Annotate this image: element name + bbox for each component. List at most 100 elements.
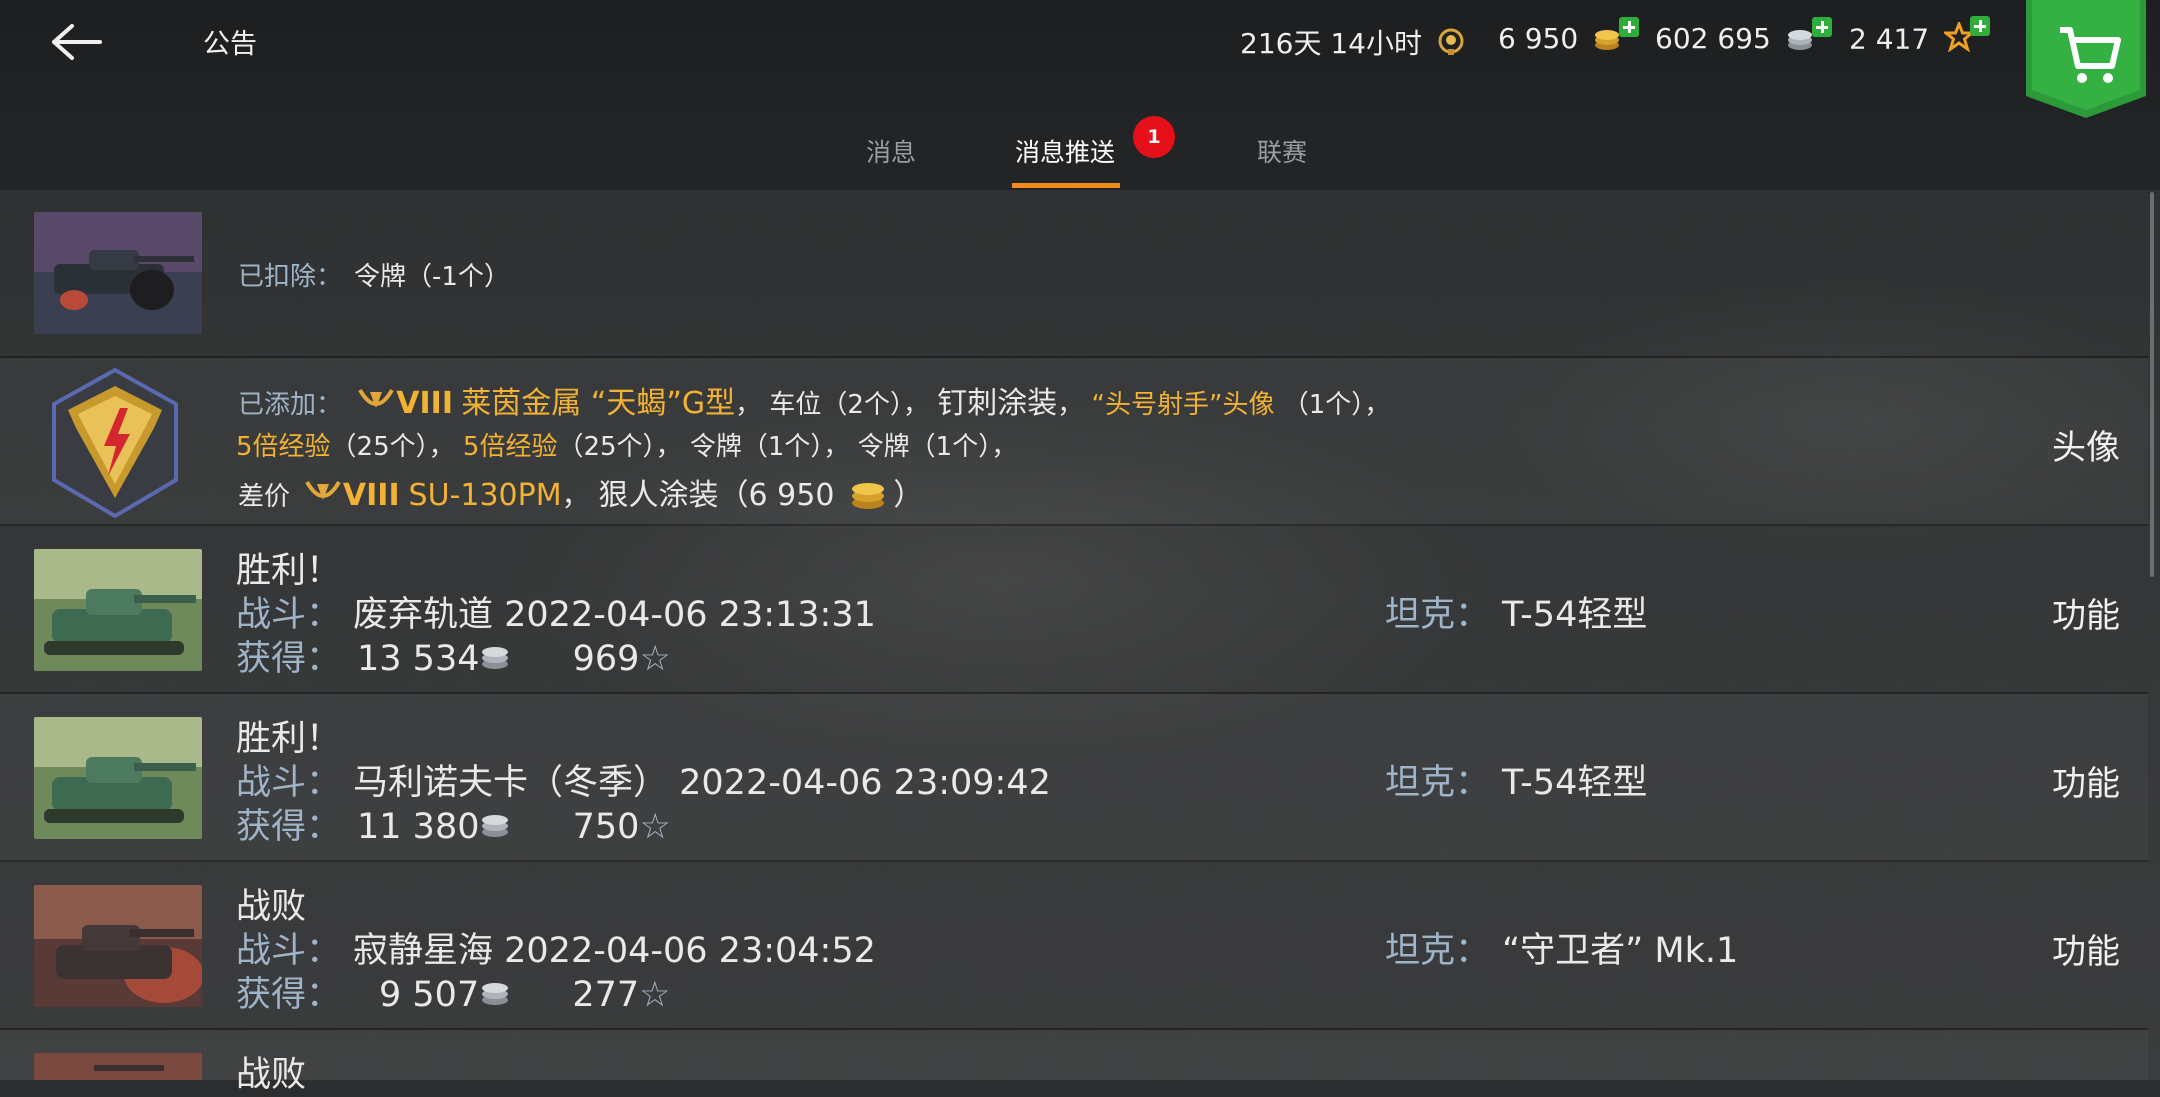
close-paren: ） [893, 478, 924, 513]
tank-line: 坦克： T-54轻型 [1385, 586, 1647, 637]
difference-line: 差价 VIII SU-130PM， 狠人涂装（6 950 ） [238, 470, 923, 519]
tier-emblem-icon [356, 384, 396, 427]
tier-label: VIII [396, 386, 453, 421]
gold-coins-icon [849, 478, 887, 517]
tier-emblem-icon [303, 476, 343, 519]
reward-item: 5倍经验 [462, 432, 558, 462]
earnings-label: 获得： [236, 639, 342, 679]
list-item[interactable]: 战败 [0, 1030, 2148, 1095]
tank-label: 坦克： [1385, 763, 1491, 803]
earned-xp: 277 [572, 975, 640, 1015]
battle-info: 马利诺夫卡（冬季） 2022-04-06 23:09:42 [353, 763, 1051, 803]
separator: ， [991, 432, 1018, 462]
reward-item: 狠人涂装（6 950 [598, 478, 835, 513]
added-label: 已添加： [238, 390, 343, 420]
difference-label: 差价 [238, 482, 291, 512]
premium-laurel-icon [1437, 27, 1465, 64]
shopping-cart-icon[interactable] [2026, 0, 2146, 118]
reward-item: 5倍经验 [236, 432, 331, 462]
earned-credits: 13 534 [357, 639, 480, 679]
tank-thumbnail [34, 885, 202, 1007]
tank-name: “守卫者” Mk.1 [1502, 931, 1739, 971]
xp-star-icon: ☆ [639, 807, 671, 847]
battle-label: 战斗： [236, 595, 342, 635]
list-item[interactable]: 已添加： VIII 莱茵金属 “天蝎”G型， 车位（2个）， 钉刺涂装， “头号… [0, 358, 2148, 526]
active-tab-indicator [1012, 183, 1120, 188]
list-item[interactable]: 战败 战斗： 寂静星海 2022-04-06 23:04:52 获得： 9 507 … [0, 862, 2148, 1030]
earned-credits: 9 507 [379, 975, 480, 1015]
silver-coins-icon [479, 976, 511, 1016]
reward-count: （1个） [1282, 390, 1365, 420]
silver-coins-icon [479, 640, 511, 680]
premium-time[interactable]: 216天 14小时 [1240, 22, 1465, 64]
earnings-label: 获得： [236, 807, 342, 847]
reward-tank-name: SU-130PM [408, 478, 562, 513]
notification-badge: 1 [1133, 116, 1175, 158]
function-button[interactable]: 功能 [2052, 924, 2120, 973]
scrollbar[interactable] [2150, 192, 2154, 577]
list-item[interactable]: 胜利！ 战斗： 马利诺夫卡（冬季） 2022-04-06 23:09:42 获得：… [0, 694, 2148, 862]
battle-label: 战斗： [236, 763, 342, 803]
credits-balance[interactable]: 602 695 [1655, 16, 1832, 58]
separator: ， [428, 432, 455, 462]
gold-value: 6 950 [1498, 22, 1579, 55]
battle-result: 战败 [236, 1055, 307, 1095]
battle-info: 废弃轨道 2022-04-06 23:13:31 [353, 595, 876, 635]
separator: ， [902, 390, 929, 420]
back-arrow-icon[interactable] [50, 20, 104, 64]
sniper-avatar-icon [50, 367, 180, 522]
buy-gold-plus-icon[interactable] [1619, 16, 1640, 37]
buy-xp-plus-icon[interactable] [1970, 16, 1991, 36]
function-button[interactable]: 功能 [2052, 588, 2120, 637]
earnings-line: 获得： 11 380 750☆ [236, 798, 671, 849]
avatar-action-button[interactable]: 头像 [2052, 420, 2120, 469]
tank-label: 坦克： [1385, 931, 1491, 971]
battle-info: 寂静星海 2022-04-06 23:04:52 [353, 931, 876, 971]
added-line-2: 5倍经验（25个）， 5倍经验（25个）， 令牌（1个）， 令牌（1个）， [236, 426, 1017, 463]
reward-count: （25个） [557, 432, 656, 462]
tier-label: VIII [342, 478, 400, 513]
tank-thumbnail [34, 549, 202, 671]
earnings-label: 获得： [236, 975, 342, 1015]
gold-balance[interactable]: 6 950 [1498, 16, 1640, 58]
star-icon [1941, 16, 1991, 59]
battle-label: 战斗： [236, 931, 342, 971]
function-button[interactable]: 功能 [2052, 756, 2120, 805]
xp-star-icon: ☆ [639, 975, 671, 1015]
reward-count: （25个） [330, 432, 429, 462]
reward-item: 钉刺涂装 [937, 386, 1058, 421]
separator: ， [561, 479, 590, 512]
reward-item: “头号射手”头像 [1091, 390, 1275, 420]
list-item[interactable]: 已扣除： 令牌（-1个） [0, 190, 2148, 358]
separator: ， [1057, 390, 1084, 420]
earnings-line: 获得： 13 534 969☆ [236, 630, 671, 681]
tank-line: 坦克： T-54轻型 [1385, 754, 1647, 805]
tab-league[interactable]: 联赛 [1257, 133, 1307, 169]
tank-thumbnail [34, 212, 202, 334]
earnings-line: 获得： 9 507 277☆ [236, 966, 671, 1017]
reward-item: 令牌（1个） [857, 432, 992, 462]
list-item[interactable]: 胜利！ 战斗： 废弃轨道 2022-04-06 23:13:31 获得： 13 53… [0, 526, 2148, 694]
free-xp-value: 2 417 [1849, 22, 1930, 56]
top-bar: 公告 216天 14小时 6 950 602 695 2 417 消息 消息推送… [0, 0, 2160, 190]
separator: ， [823, 432, 850, 462]
tank-thumbnail [34, 717, 202, 839]
tank-name: T-54轻型 [1502, 763, 1648, 803]
buy-credits-plus-icon[interactable] [1811, 16, 1832, 37]
earned-credits: 11 380 [357, 807, 480, 847]
tank-label: 坦克： [1385, 595, 1491, 635]
gold-coins-icon [1593, 16, 1640, 58]
separator: ， [1364, 390, 1391, 420]
tank-name: T-54轻型 [1502, 595, 1648, 635]
tank-thumbnail [34, 1053, 202, 1080]
premium-time-value: 216天 14小时 [1240, 27, 1422, 60]
tab-push[interactable]: 消息推送 [1015, 133, 1115, 169]
tab-messages[interactable]: 消息 [866, 133, 916, 169]
tank-line: 坦克： “守卫者” Mk.1 [1385, 922, 1738, 973]
reward-item: 车位（2个） [769, 390, 903, 420]
silver-coins-icon [1786, 16, 1832, 58]
reward-tank-name: 莱茵金属 “天蝎”G型 [461, 386, 736, 421]
deducted-line: 已扣除： 令牌（-1个） [238, 256, 510, 293]
free-xp-balance[interactable]: 2 417 [1849, 16, 1991, 59]
page-title: 公告 [203, 29, 257, 60]
